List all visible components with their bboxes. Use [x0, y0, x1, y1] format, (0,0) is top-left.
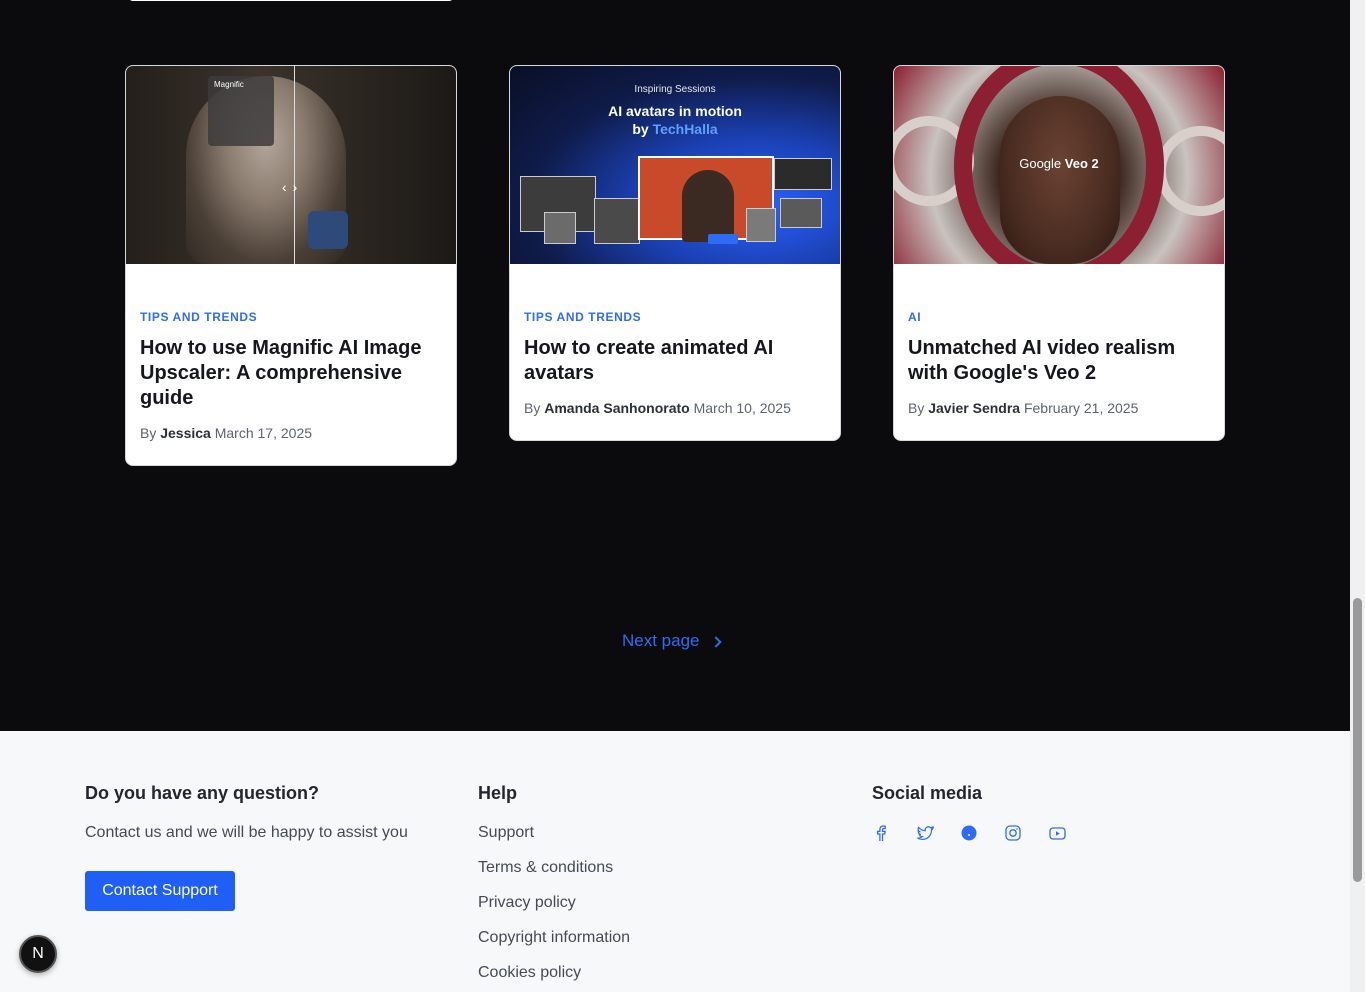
footer-help: Help Support Terms & conditions Privacy …: [478, 783, 778, 992]
youtube-icon[interactable]: [1048, 824, 1066, 842]
previous-card-edge: [128, 0, 454, 1]
compare-arrows-icon: ‹›: [282, 179, 304, 195]
article-card[interactable]: Inspiring Sessions AI avatars in motion b…: [509, 65, 841, 441]
article-category[interactable]: AI: [908, 310, 1210, 324]
crochet-ring: [1156, 126, 1224, 216]
article-author[interactable]: Amanda Sanhonorato: [544, 400, 689, 416]
article-date: February 21, 2025: [1023, 400, 1139, 416]
footer-heading: Do you have any question?: [85, 783, 320, 803]
article-card[interactable]: Magnific ‹› TIPS AND TRENDS How to use M…: [125, 65, 457, 466]
article-date: March 17, 2025: [214, 425, 313, 441]
article-meta: By Amanda Sanhonorato March 10, 2025: [524, 400, 791, 416]
next-page-link[interactable]: Next page: [622, 631, 722, 651]
article-card[interactable]: Google Veo 2 AI Unmatched AI video reali…: [893, 65, 1225, 441]
avatar-tile: [594, 198, 640, 244]
footer-heading: Help: [478, 783, 518, 803]
next-page-label: Next page: [622, 631, 700, 650]
scrollbar-thumb[interactable]: [1353, 598, 1362, 882]
article-author[interactable]: Jessica: [160, 425, 211, 441]
article-date: March 10, 2025: [693, 400, 791, 416]
footer-link-cookies[interactable]: Cookies policy: [478, 964, 778, 982]
article-category[interactable]: TIPS AND TRENDS: [140, 310, 442, 324]
thumb-subtitle: Inspiring Sessions: [634, 84, 716, 95]
contact-support-button[interactable]: Contact Support: [85, 871, 235, 911]
footer-heading: Social media: [872, 783, 983, 803]
generate-button-image: [708, 234, 738, 244]
footer-link-copyright[interactable]: Copyright information: [478, 929, 778, 947]
article-title[interactable]: Unmatched AI video realism with Google's…: [908, 336, 1210, 386]
nextjs-badge-icon[interactable]: N: [19, 935, 57, 973]
article-meta: By Jessica March 17, 2025: [140, 425, 313, 441]
footer-contact: Do you have any question? Contact us and…: [85, 783, 445, 911]
portrait-image: [1000, 96, 1120, 264]
footer-social: Social media: [872, 783, 1172, 842]
mug-image: [308, 211, 348, 249]
article-title[interactable]: How to use Magnific AI Image Upscaler: A…: [140, 336, 442, 411]
footer-link-terms[interactable]: Terms & conditions: [478, 859, 778, 877]
footer-link-support[interactable]: Support: [478, 824, 778, 842]
article-meta: By Javier Sendra February 21, 2025: [908, 400, 1139, 416]
article-thumbnail: Google Veo 2: [894, 66, 1224, 264]
avatar-tile: [780, 198, 822, 228]
facebook-icon[interactable]: [872, 824, 890, 842]
article-thumbnail: Magnific ‹›: [126, 66, 456, 264]
avatar-tile: [774, 158, 832, 190]
footer-contact-text: Contact us and we will be happy to assis…: [85, 824, 408, 841]
article-author[interactable]: Javier Sendra: [928, 400, 1020, 416]
footer-link-privacy[interactable]: Privacy policy: [478, 894, 778, 912]
upscaler-panel: Magnific: [208, 76, 274, 146]
instagram-icon[interactable]: [1004, 824, 1022, 842]
site-footer: Do you have any question? Contact us and…: [0, 731, 1350, 992]
avatar-tile: [544, 212, 576, 244]
avatar-tile: [746, 208, 776, 242]
magnific-logo: Magnific: [214, 80, 244, 89]
compare-divider: [294, 66, 295, 264]
article-thumbnail: Inspiring Sessions AI avatars in motion b…: [510, 66, 840, 264]
article-category[interactable]: TIPS AND TRENDS: [524, 310, 826, 324]
google-veo-logo: Google Veo 2: [1019, 156, 1099, 171]
thumb-title: AI avatars in motion by TechHalla: [608, 103, 742, 137]
twitter-icon[interactable]: [916, 824, 934, 842]
pinterest-icon[interactable]: [960, 824, 978, 842]
article-title[interactable]: How to create animated AI avatars: [524, 336, 826, 386]
chevron-right-icon: [709, 635, 722, 648]
